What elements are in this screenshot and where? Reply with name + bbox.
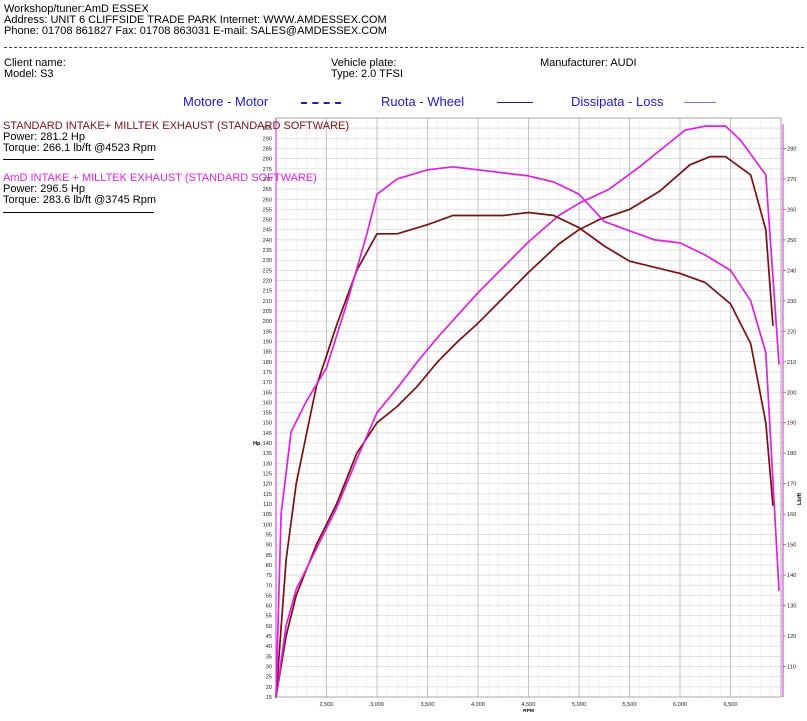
y-tick-label: 120 — [263, 482, 272, 488]
y-tick-label: 45 — [266, 634, 272, 640]
run-1-torque: Torque: 266.1 lb/ft @4523 Rpm — [3, 142, 157, 154]
x-axis-label: RPM — [523, 708, 534, 714]
y-tick-label: 160 — [263, 400, 272, 406]
y-tick-label: 20 — [266, 685, 272, 691]
run-2-torque: Torque: 283.6 lb/ft @3745 Rpm — [3, 194, 157, 206]
y-tick-label: 185 — [263, 350, 272, 356]
y-tick-label: 95 — [266, 532, 272, 538]
y2-tick-label: 150 — [787, 543, 796, 549]
y-tick-label: 130 — [263, 461, 272, 467]
y2-tick-label: 210 — [787, 360, 796, 366]
y2-tick-label: 120 — [787, 634, 796, 640]
y-tick-label: 165 — [263, 390, 272, 396]
y-tick-label: 90 — [266, 543, 272, 549]
x-tick-label: 6,000 — [673, 702, 687, 708]
y-tick-label: 195 — [263, 329, 272, 335]
y-tick-label: 15 — [266, 695, 272, 701]
y-tick-label: 245 — [263, 228, 272, 234]
y2-tick-label: 160 — [787, 512, 796, 518]
y-tick-label: 80 — [266, 563, 272, 569]
y2-tick-label: 220 — [787, 329, 796, 335]
y-tick-label: 280 — [263, 157, 272, 163]
run-1-separator — [3, 159, 154, 160]
dyno-chart: 15 20 25 30 35 40 45 50 55 60 65 70 75 80 85 90 95 100 105… — [253, 117, 803, 714]
y-tick-label: 200 — [263, 319, 272, 325]
y2-tick-label: 260 — [787, 207, 796, 213]
y-tick-label: 70 — [266, 583, 272, 589]
y-tick-label: 235 — [263, 248, 272, 254]
y2-tick-label: 250 — [787, 238, 796, 244]
y-tick-label: 150 — [263, 421, 272, 427]
y2-axis-label: Lb/ft — [797, 493, 803, 505]
x-tick-label: 3,000 — [370, 702, 384, 708]
y-tick-label: 155 — [263, 411, 272, 417]
y2-tick-label: 200 — [787, 390, 796, 396]
y-tick-label: 135 — [263, 451, 272, 457]
y-tick-label: 110 — [263, 502, 272, 508]
y-tick-label: 35 — [266, 654, 272, 660]
y2-tick-label: 110 — [787, 665, 796, 671]
y2-tick-label: 240 — [787, 268, 796, 274]
y-tick-label: 25 — [266, 675, 272, 681]
y-tick-label: 230 — [263, 258, 272, 264]
x-tick-label: 6,500 — [724, 702, 738, 708]
y-tick-label: 225 — [263, 268, 272, 274]
y-tick-label: 215 — [263, 289, 272, 295]
x-tick-label: 5,500 — [623, 702, 637, 708]
y-tick-label: 240 — [263, 238, 272, 244]
y2-tick-label: 230 — [787, 299, 796, 305]
y-tick-label: 140 — [263, 441, 272, 447]
y2-tick-label: 140 — [787, 573, 796, 579]
y-tick-label: 220 — [263, 279, 272, 285]
y2-tick-label: 270 — [787, 177, 796, 183]
y-tick-label: 115 — [263, 492, 272, 498]
y2-tick-label: 180 — [787, 451, 796, 457]
y-tick-label: 285 — [263, 146, 272, 152]
y-axis-label: Hp — [253, 441, 261, 447]
y-tick-label: 65 — [266, 593, 272, 599]
y-tick-label: 75 — [266, 573, 272, 579]
y-tick-label: 250 — [263, 218, 272, 224]
x-tick-label: 2,500 — [320, 702, 334, 708]
y-tick-label: 265 — [263, 187, 272, 193]
y2-tick-label: 190 — [787, 421, 796, 427]
y-tick-label: 210 — [263, 299, 272, 305]
y-tick-label: 180 — [263, 360, 272, 366]
y-tick-label: 55 — [266, 614, 272, 620]
y-tick-label: 260 — [263, 197, 272, 203]
y-tick-label: 175 — [263, 370, 272, 376]
y-tick-label: 125 — [263, 472, 272, 478]
y-tick-label: 100 — [263, 522, 272, 528]
x-tick-label: 5,000 — [572, 702, 586, 708]
x-tick-label: 4,500 — [522, 702, 536, 708]
y2-tick-label: 130 — [787, 604, 796, 610]
x-tick-label: 4,000 — [471, 702, 485, 708]
y-tick-label: 170 — [263, 380, 272, 386]
y2-tick-label: 280 — [787, 146, 796, 152]
y2-tick-label: 170 — [787, 482, 796, 488]
y-tick-label: 205 — [263, 309, 272, 315]
y-tick-label: 30 — [266, 665, 272, 671]
y-tick-label: 255 — [263, 207, 272, 213]
y-tick-label: 50 — [266, 624, 272, 630]
y-tick-label: 190 — [263, 339, 272, 345]
x-tick-label: 3,500 — [421, 702, 435, 708]
y-tick-label: 290 — [263, 136, 272, 142]
y-tick-label: 145 — [263, 431, 272, 437]
y-tick-label: 60 — [266, 604, 272, 610]
run-2-separator — [3, 212, 154, 213]
y-tick-label: 40 — [266, 644, 272, 650]
y-tick-label: 85 — [266, 553, 272, 559]
y-tick-label: 105 — [263, 512, 272, 518]
